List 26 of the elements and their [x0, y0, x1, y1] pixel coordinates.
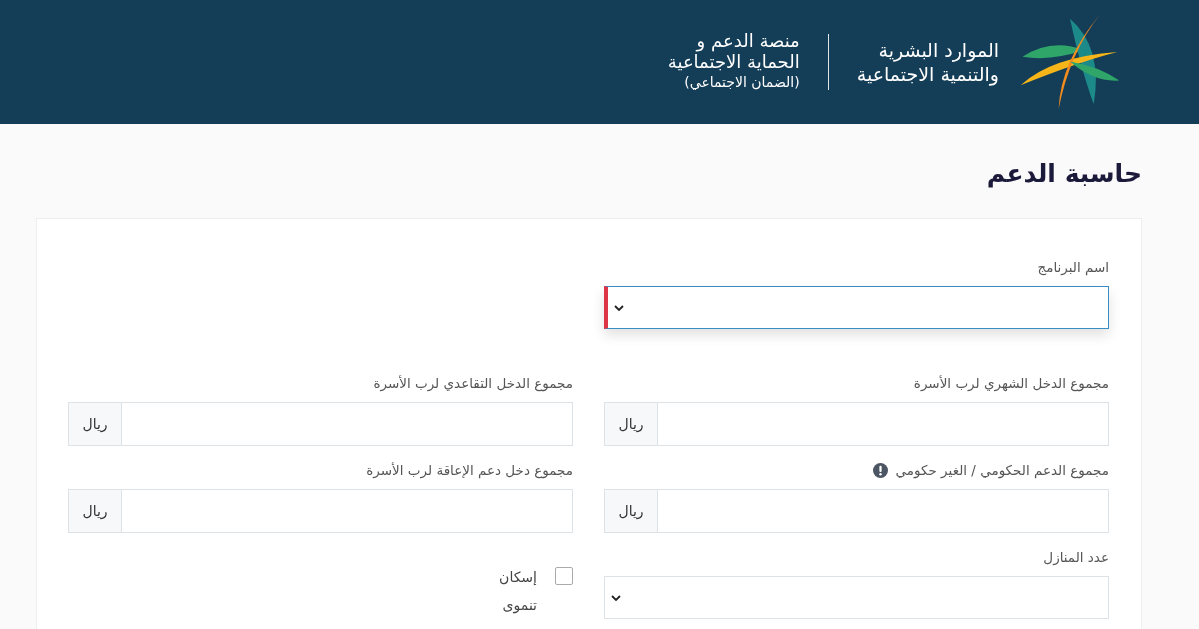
platform-name: منصة الدعم و: [694, 30, 800, 51]
ministry-name: الموارد البشرية: [877, 37, 999, 62]
platform-name: (الضمان الاجتماعي): [683, 73, 800, 92]
amount-field[interactable]: ريال: [604, 489, 1109, 533]
amount-field[interactable]: ريال: [68, 402, 573, 446]
page-title: حاسبة الدعم: [985, 158, 1142, 190]
currency-addon: ريال: [69, 403, 122, 445]
platform-name: الحماية الاجتماعية: [667, 51, 800, 72]
chevron-down-icon: [611, 594, 621, 601]
field-label: مجموع الدخل التقاعدي لرب الأسرة: [373, 374, 573, 393]
chevron-down-icon: [614, 304, 624, 311]
field-label: مجموع دخل دعم الإعاقة لرب الأسرة: [366, 461, 573, 480]
amount-field[interactable]: ريال: [68, 489, 573, 533]
checkbox-label: إسكان تنموى: [498, 568, 537, 616]
checkbox[interactable]: [555, 567, 573, 585]
ministry-name: والتنمية الاجتماعية: [856, 62, 999, 86]
currency-addon: ريال: [605, 490, 658, 532]
field-label: مجموع الدعم الحكومي / الغير حكومي: [895, 461, 1109, 480]
field-label: مجموع الدخل الشهري لرب الأسرة: [913, 374, 1109, 393]
info-icon[interactable]: [872, 462, 888, 478]
field-label: اسم البرنامج: [1037, 258, 1109, 277]
amount-field[interactable]: ريال: [604, 402, 1109, 446]
select-field[interactable]: [604, 286, 1109, 329]
currency-addon: ريال: [605, 403, 658, 445]
currency-addon: ريال: [69, 490, 122, 532]
field-label: عدد المنازل: [1043, 548, 1109, 567]
